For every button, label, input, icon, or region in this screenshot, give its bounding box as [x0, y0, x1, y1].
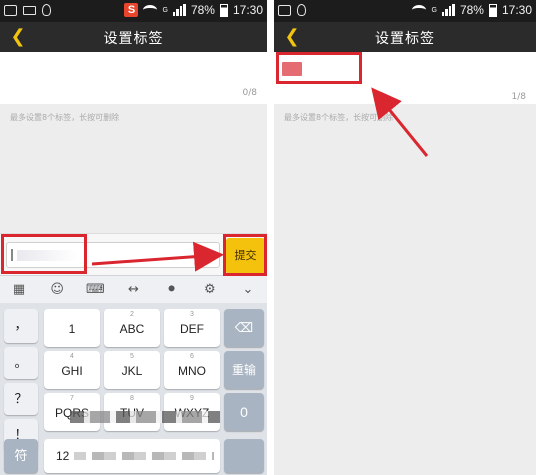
panel-divider [267, 0, 274, 475]
arrow-to-tag [371, 87, 429, 157]
arrow-to-submit [91, 241, 224, 272]
